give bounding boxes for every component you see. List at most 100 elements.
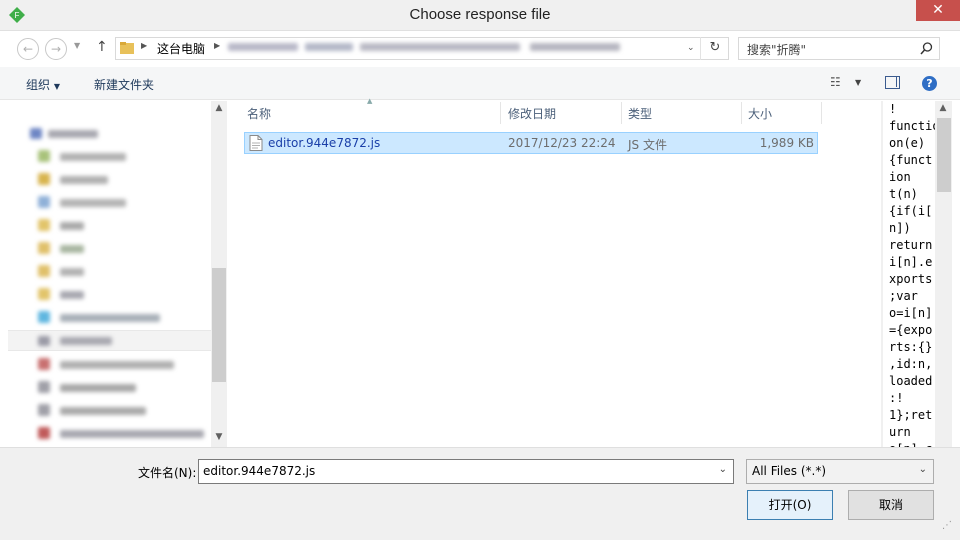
organize-menu[interactable]: 组织 ▼ — [26, 76, 60, 93]
refresh-icon[interactable]: ↻ — [700, 37, 729, 60]
preview-line: 1};ret — [889, 408, 933, 422]
column-divider[interactable] — [821, 102, 822, 124]
column-header-size[interactable]: 大小 — [748, 102, 772, 126]
scroll-up-icon[interactable]: ▲ — [213, 103, 225, 115]
filter-dropdown-icon: ⌄ — [918, 464, 927, 475]
preview-line: o=i[n] — [889, 306, 933, 320]
close-button[interactable]: ✕ — [916, 0, 960, 21]
preview-line: rts:{} — [889, 340, 933, 354]
breadcrumb-path[interactable] — [228, 43, 298, 51]
nav-item[interactable] — [60, 268, 84, 276]
new-folder-button[interactable]: 新建文件夹 — [94, 76, 154, 93]
sort-ascending-icon: ▲ — [367, 97, 373, 105]
up-arrow-icon[interactable]: ↑ — [96, 39, 110, 55]
back-button[interactable]: ← — [17, 38, 39, 60]
nav-item-icon — [38, 336, 50, 346]
column-divider[interactable] — [741, 102, 742, 124]
back-arrow-icon: ← — [22, 42, 34, 56]
search-icon[interactable] — [920, 42, 933, 55]
file-name[interactable]: editor.944e7872.js — [268, 136, 380, 150]
help-icon[interactable]: ? — [922, 76, 937, 91]
nav-item[interactable] — [60, 199, 126, 207]
chevron-down-icon: ▼ — [53, 82, 60, 91]
breadcrumb-chevron-icon[interactable]: ▶ — [141, 41, 147, 50]
search-input[interactable]: 搜索"折腾" — [747, 41, 806, 58]
preview-line: {if(i[ — [889, 204, 933, 218]
address-dropdown-icon[interactable]: ⌄ — [687, 43, 695, 53]
filename-label: 文件名(N): — [138, 466, 197, 480]
file-type-select[interactable]: All Files (*.*) ⌄ — [746, 459, 934, 484]
preview-line: xports — [889, 272, 933, 286]
preview-line: ={expo — [889, 323, 933, 337]
nav-scroll-thumb[interactable] — [212, 268, 226, 382]
nav-item[interactable] — [60, 245, 84, 253]
preview-line: ;var — [889, 289, 918, 303]
nav-item[interactable] — [48, 130, 98, 138]
forward-arrow-icon: → — [50, 42, 62, 56]
column-divider[interactable] — [500, 102, 501, 124]
nav-item[interactable] — [60, 337, 112, 345]
nav-item-icon — [38, 196, 50, 208]
nav-item[interactable] — [60, 384, 136, 392]
nav-item-icon — [38, 427, 50, 439]
file-type: JS 文件 — [628, 138, 667, 152]
resize-grip-icon[interactable]: ⋰ — [942, 520, 956, 534]
file-date: 2017/12/23 22:24 — [508, 136, 616, 150]
column-header-type[interactable]: 类型 — [628, 102, 652, 126]
preview-line: n]) — [889, 221, 911, 235]
nav-item[interactable] — [60, 222, 84, 230]
nav-item-icon — [38, 288, 50, 300]
nav-item-icon — [38, 265, 50, 277]
open-button[interactable]: 打开(O) — [747, 490, 833, 520]
nav-item[interactable] — [60, 314, 160, 322]
view-options-icon[interactable]: ☷ — [830, 75, 846, 89]
forward-button[interactable]: → — [45, 38, 67, 60]
nav-item[interactable] — [60, 153, 126, 161]
nav-item-icon — [38, 219, 50, 231]
preview-line: t(n) — [889, 187, 918, 201]
window-title: Choose response file — [409, 6, 551, 23]
file-type-filter: All Files (*.*) — [752, 464, 827, 478]
breadcrumb-root[interactable]: 这台电脑 — [157, 40, 205, 57]
filename-value: editor.944e7872.js — [203, 464, 316, 478]
filename-dropdown-icon[interactable]: ⌄ — [719, 464, 727, 475]
file-size: 1,989 KB — [759, 136, 814, 150]
preview-pane-toggle-icon[interactable] — [885, 76, 900, 89]
breadcrumb-path[interactable] — [530, 43, 620, 51]
column-header-date[interactable]: 修改日期 — [508, 102, 556, 126]
preview-line: :! — [889, 391, 904, 405]
scroll-up-icon[interactable]: ▲ — [937, 103, 949, 115]
nav-item-icon — [38, 173, 50, 185]
nav-item-icon — [38, 404, 50, 416]
folder-icon — [120, 42, 134, 54]
preview-scroll-thumb[interactable] — [937, 118, 951, 192]
preview-line: ! — [889, 102, 897, 116]
preview-line: function — [889, 119, 935, 133]
cancel-button[interactable]: 取消 — [848, 490, 934, 520]
nav-item[interactable] — [60, 361, 174, 369]
view-dropdown-chevron-icon[interactable]: ▼ — [855, 78, 861, 87]
nav-item[interactable] — [60, 176, 108, 184]
column-divider[interactable] — [621, 102, 622, 124]
nav-item[interactable] — [60, 430, 204, 438]
preview-line: ion — [889, 170, 911, 184]
preview-line: on(e) — [889, 136, 926, 150]
breadcrumb-path[interactable] — [305, 43, 353, 51]
recent-locations-chevron-icon[interactable]: ▼ — [74, 41, 84, 53]
breadcrumb-path[interactable] — [360, 43, 520, 51]
preview-line: i[n].e — [889, 255, 933, 269]
breadcrumb-chevron-icon[interactable]: ▶ — [214, 41, 220, 50]
nav-item[interactable] — [60, 291, 84, 299]
preview-line: urn — [889, 425, 911, 439]
close-icon: ✕ — [932, 2, 944, 18]
nav-item-icon — [38, 358, 50, 370]
column-header-name[interactable]: 名称 — [247, 102, 271, 126]
nav-item[interactable] — [60, 407, 146, 415]
nav-item-icon — [38, 242, 50, 254]
filename-field[interactable]: editor.944e7872.js ⌄ — [198, 459, 734, 484]
nav-item-icon — [38, 150, 50, 162]
scroll-down-icon[interactable]: ▼ — [213, 432, 225, 444]
preview-line: loaded — [889, 374, 933, 388]
preview-text: ! function on(e) {funct ion t(n) {if(i[n]) retu… — [883, 101, 935, 447]
nav-item-icon — [38, 381, 50, 393]
